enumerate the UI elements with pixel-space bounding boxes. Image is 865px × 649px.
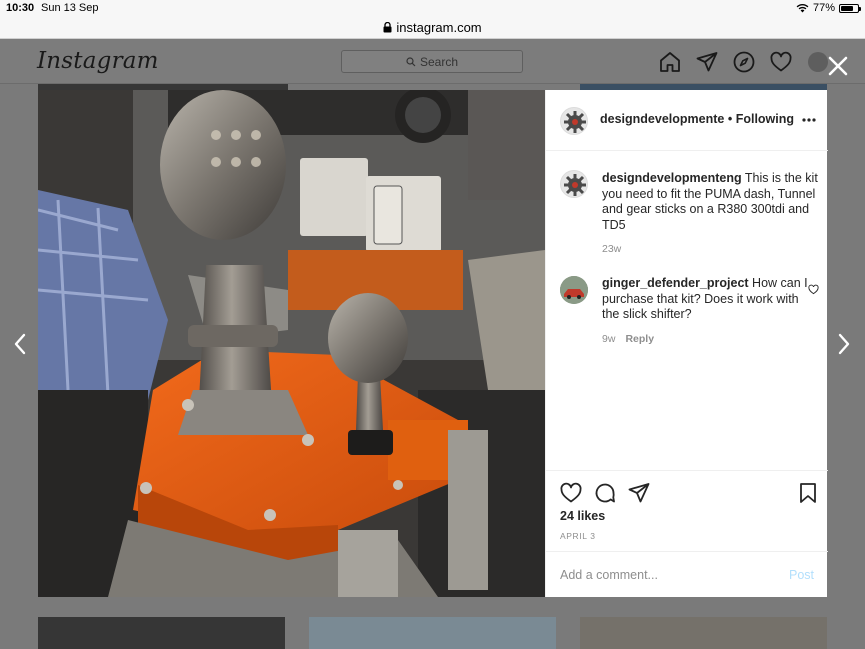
comment-input[interactable] [560,566,770,584]
search-placeholder: Search [419,54,459,69]
comment-bubble-icon[interactable] [593,481,617,505]
caption-time[interactable]: 23w [602,243,621,255]
search-input[interactable]: Search [341,50,523,73]
caption: designdevelopmenteng This is the kit you… [602,171,818,233]
battery-percent: 77% [812,2,835,14]
caption-avatar[interactable] [560,170,588,198]
battery-icon [839,3,861,13]
battery-fill [841,5,854,11]
wifi-icon [796,3,809,13]
lock-icon [383,21,392,32]
post-author-line: designdevelopmente • Following [600,112,794,126]
like-heart-icon[interactable] [559,481,583,505]
activity-heart-icon[interactable] [769,50,793,74]
status-time: 10:30 [6,2,35,14]
explore-icon[interactable] [732,50,756,74]
reply-button[interactable]: Reply [625,333,654,345]
author-avatar[interactable] [560,107,588,135]
status-right: 77% [796,2,861,14]
search-icon [406,56,416,66]
comment-like-icon[interactable] [808,284,819,295]
comment-time[interactable]: 9w [602,333,615,345]
next-post-arrow-icon[interactable] [836,332,852,356]
gear-stick-photo [38,90,545,597]
caption-meta: 23w [602,243,621,255]
post-details-panel: designdevelopmente • Following designdev… [545,90,828,597]
close-icon[interactable] [826,54,850,78]
url-text: instagram.com [396,19,482,35]
post-photo[interactable] [38,90,545,597]
instagram-logo[interactable]: Instagram [37,48,159,74]
instagram-header: Instagram Search [0,39,865,84]
post-comment-button[interactable]: Post [789,568,814,582]
comment-meta: 9w Reply [602,333,654,345]
following-button[interactable]: Following [736,112,794,126]
bg-feed-tile [38,617,285,649]
gear-logo-icon [564,174,586,196]
bg-feed-tile [580,617,827,649]
post-date[interactable]: APRIL 3 [560,531,596,541]
actions-divider [546,470,828,471]
bookmark-icon[interactable] [796,481,820,505]
post-author-username[interactable]: designdevelopmente [600,112,724,126]
commenter-avatar[interactable] [560,276,588,304]
separator-dot: • [727,112,733,126]
status-bar: 10:30 Sun 13 Sep 77% [0,0,865,16]
post-header: designdevelopmente • Following [546,90,828,151]
profile-avatar[interactable] [808,52,828,72]
gear-logo-icon [564,111,586,133]
add-comment-bar: Post [546,551,828,597]
top-nav [658,50,793,74]
car-avatar-icon [560,276,588,304]
caption-username[interactable]: designdevelopmenteng [602,171,742,185]
previous-post-arrow-icon[interactable] [12,332,28,356]
more-options-icon[interactable] [801,110,817,130]
home-icon[interactable] [658,50,682,74]
comment: ginger_defender_project How can I purcha… [602,276,818,323]
share-direct-icon[interactable] [627,481,651,505]
comment-username[interactable]: ginger_defender_project [602,276,749,290]
status-date: Sun 13 Sep [41,2,99,14]
like-count[interactable]: 24 likes [560,509,605,523]
direct-icon[interactable] [695,50,719,74]
post-modal: designdevelopmente • Following designdev… [38,90,828,597]
bg-feed-tile [309,617,556,649]
address-bar[interactable]: instagram.com [0,16,865,39]
